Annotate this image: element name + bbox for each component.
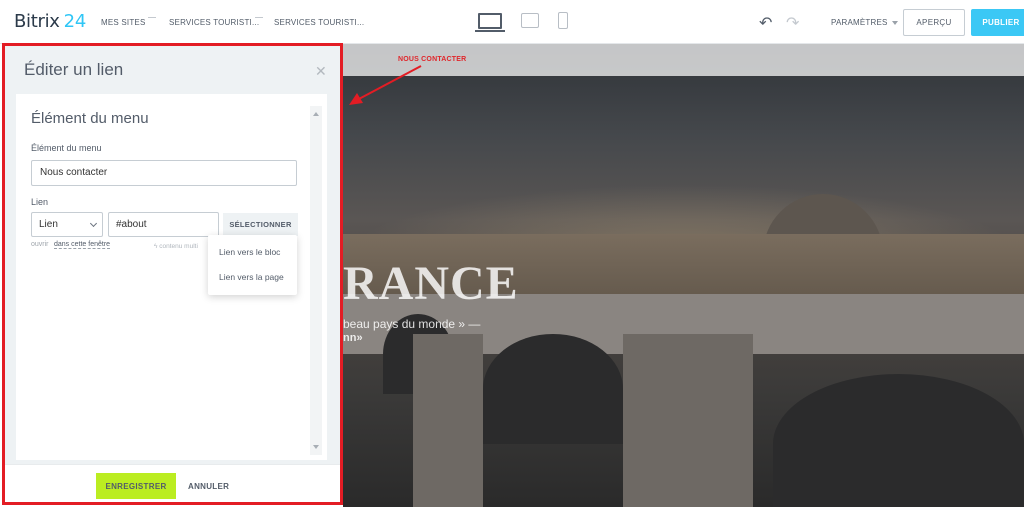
hero-title: RANCE <box>343 257 519 310</box>
link-field-label: Lien <box>31 197 49 207</box>
annotation-arrow-icon <box>349 65 422 105</box>
dropdown-item-link-to-block[interactable]: Lien vers le bloc <box>219 247 280 257</box>
link-dropdown-menu: Lien vers le bloc Lien vers la page <box>208 235 297 295</box>
bridge-pier <box>413 334 483 507</box>
page-preview: RANCE beau pays du monde » — nn» NOUS CO… <box>343 44 1024 507</box>
undo-icon[interactable]: ↶ <box>759 13 772 33</box>
item-field-label: Élément du menu <box>31 143 102 153</box>
bridge-arch <box>773 374 1024 507</box>
scroll-up-icon[interactable] <box>313 112 319 116</box>
panel-title: Éditer un lien <box>24 60 124 79</box>
desktop-view-icon[interactable] <box>475 13 505 32</box>
scrollbar[interactable] <box>310 106 322 455</box>
preview-button[interactable]: APERÇU <box>903 9 965 36</box>
scroll-down-icon[interactable] <box>313 445 319 449</box>
chevron-down-icon <box>891 20 898 25</box>
bridge-arch <box>483 334 623 444</box>
breadcrumb-my-sites[interactable]: MES SITES <box>101 18 145 27</box>
redo-icon[interactable]: ↷ <box>786 13 799 33</box>
open-target-link[interactable]: dans cette fenêtre <box>54 241 111 249</box>
settings-menu[interactable]: PARAMÈTRES <box>831 18 898 27</box>
open-label: ouvrir <box>31 241 49 248</box>
bitrix-logo[interactable]: Bitrix 24 <box>14 11 86 32</box>
content-hint-text: contenu multi <box>159 243 198 250</box>
link-type-value: Lien <box>39 219 58 230</box>
breadcrumb-separator <box>148 17 156 18</box>
menu-item-card: Élément du menu Élément du menu Nous con… <box>16 94 327 460</box>
bridge-pier <box>623 334 753 507</box>
edit-link-panel: Éditer un lien ✕ Élément du menu Élément… <box>5 46 340 502</box>
dropdown-item-link-to-page[interactable]: Lien vers la page <box>219 272 284 282</box>
select-link-button[interactable]: SÉLECTIONNER <box>223 213 298 236</box>
save-button[interactable]: ENREGISTRER <box>96 473 176 499</box>
close-icon[interactable]: ✕ <box>315 63 327 80</box>
breadcrumb-separator <box>255 17 263 18</box>
menu-strip: NOUS CONTACTER <box>343 44 1024 76</box>
link-url-input[interactable]: #about <box>108 212 219 237</box>
link-type-select[interactable]: Lien <box>31 212 103 237</box>
publish-button[interactable]: PUBLIER <box>971 9 1024 36</box>
phone-view-icon[interactable] <box>558 12 568 29</box>
hero-subtitle: beau pays du monde » — <box>343 317 481 331</box>
top-bar: Bitrix 24 MES SITES SERVICES TOURISTI... … <box>0 0 1024 44</box>
settings-label: PARAMÈTRES <box>831 18 888 27</box>
chevron-down-icon <box>89 219 98 228</box>
hero-author: nn» <box>343 332 363 344</box>
panel-footer: ENREGISTRER ANNULER <box>5 464 340 502</box>
menu-item-name-input[interactable]: Nous contacter <box>31 160 297 186</box>
cancel-button[interactable]: ANNULER <box>188 482 229 491</box>
logo-number: 24 <box>63 11 87 32</box>
breadcrumb-page[interactable]: SERVICES TOURISTI... <box>274 18 364 27</box>
content-hint: ϟ contenu multi <box>154 243 198 250</box>
breadcrumb-site[interactable]: SERVICES TOURISTI... <box>169 18 259 27</box>
tablet-view-icon[interactable] <box>521 13 539 28</box>
logo-name: Bitrix <box>14 11 60 32</box>
section-title: Élément du menu <box>31 110 149 127</box>
